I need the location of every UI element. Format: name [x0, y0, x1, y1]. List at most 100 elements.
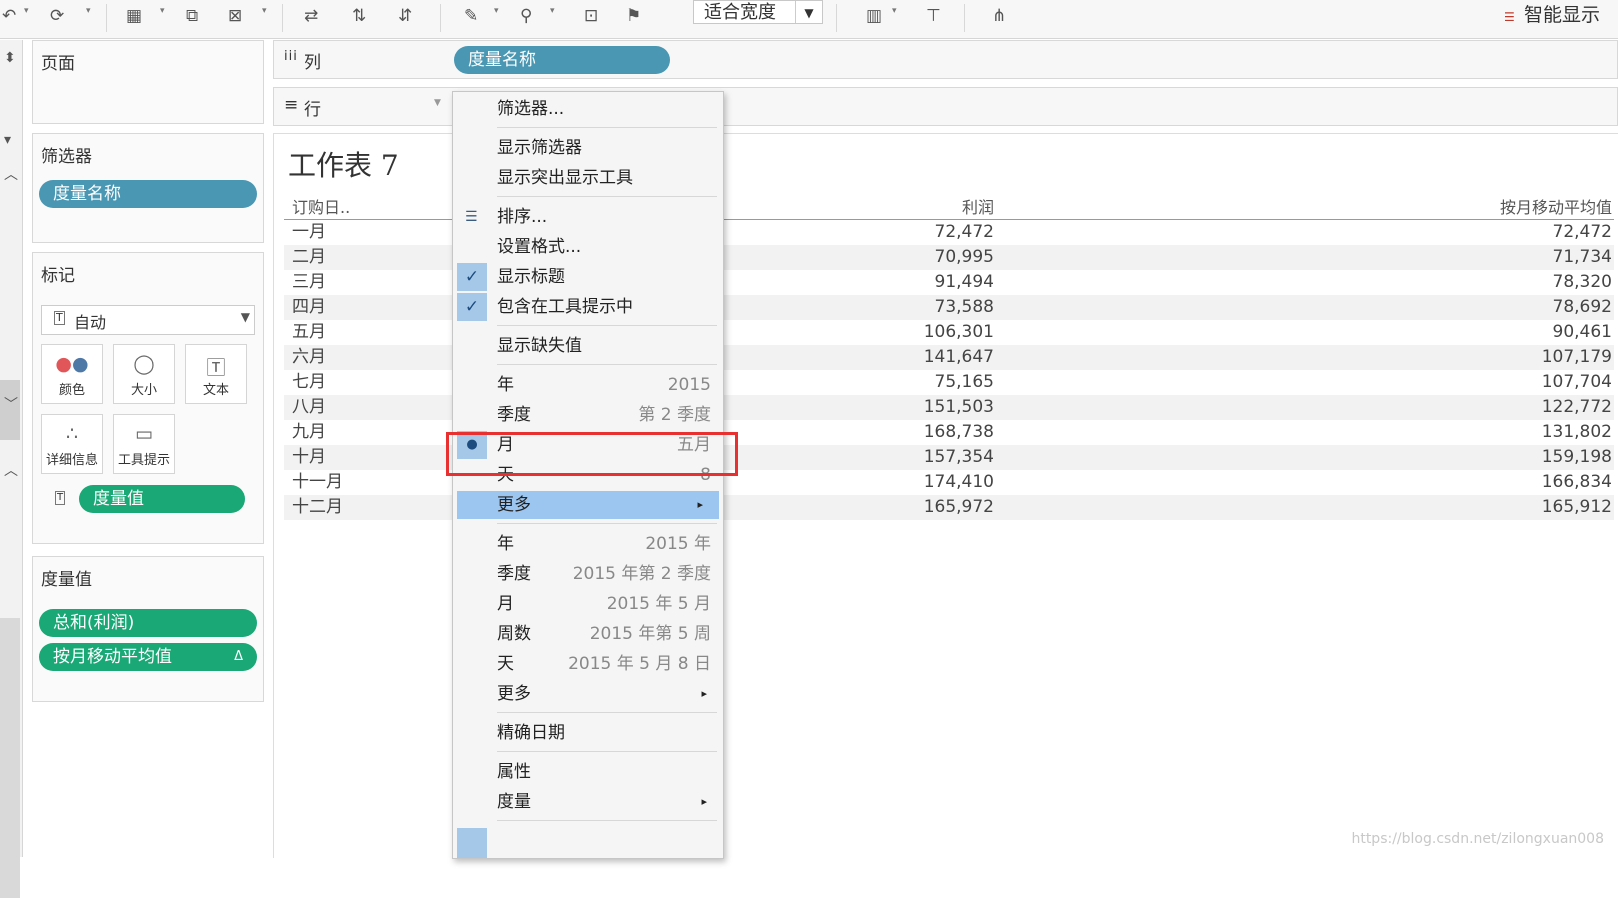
cell-month: 六月 — [292, 347, 326, 367]
size-button[interactable]: ◯ 大小 — [113, 344, 175, 404]
tooltip-icon: ▭ — [135, 423, 153, 445]
group-caret-icon[interactable]: ▾ — [550, 6, 555, 16]
detail-label: 详细信息 — [45, 453, 98, 468]
menu-item-more-date-parts[interactable]: 更多 ▸ — [457, 491, 719, 519]
marks-pill-measure-values[interactable]: 度量值 — [79, 485, 245, 513]
cell-profit: 72,472 — [934, 222, 994, 242]
menu-item-label: 筛选器... — [497, 99, 565, 119]
menu-item-attribute[interactable]: 属性 — [453, 758, 723, 786]
menu-item-date-part-year[interactable]: 年 2015 — [453, 371, 723, 399]
menu-item-more-date-values[interactable]: 更多 ▸ — [453, 680, 723, 708]
menu-item-show-filter[interactable]: 显示筛选器 — [453, 134, 723, 162]
menu-item-exact-date[interactable]: 精确日期 — [453, 719, 723, 747]
chevron-up-icon[interactable]: ︿ — [4, 460, 18, 480]
detail-icon: ∴ — [65, 423, 79, 445]
new-sheet-caret-icon[interactable]: ▾ — [160, 6, 165, 16]
chevron-down-icon[interactable]: ▼ — [434, 98, 441, 108]
columns-shelf[interactable]: iii 列 度量名称 — [273, 40, 1618, 79]
tooltip-button[interactable]: ▭ 工具提示 — [113, 414, 175, 474]
chevron-down-icon[interactable]: ▾ — [4, 132, 11, 148]
cell-profit: 151,503 — [923, 397, 994, 417]
menu-separator — [497, 196, 717, 197]
menu-item-date-value-week[interactable]: 周数 2015 年第 5 周 — [453, 620, 723, 648]
menu-item-value: 2015 年第 2 季度 — [572, 564, 711, 584]
label-icon[interactable]: ⊡ — [584, 6, 598, 26]
refresh-icon[interactable]: ⟳ — [50, 6, 64, 26]
menu-separator — [497, 127, 717, 128]
measure-pill-sum-profit[interactable]: 总和(利润) — [39, 609, 257, 637]
cell-moving-average: 166,834 — [1541, 472, 1612, 492]
highlight-caret-icon[interactable]: ▾ — [494, 6, 499, 16]
menu-item-label: 年 — [497, 375, 514, 395]
size-label: 大小 — [130, 383, 157, 398]
delta-icon: Δ — [234, 649, 243, 664]
menu-item-date-value-quarter[interactable]: 季度 2015 年第 2 季度 — [453, 560, 723, 588]
menu-item-include-tooltip[interactable]: ✓ 包含在工具提示中 — [453, 293, 723, 321]
menu-item-show-highlighter[interactable]: 显示突出显示工具 — [453, 164, 723, 192]
detail-button[interactable]: ∴ 详细信息 — [41, 414, 103, 474]
smart-show-button[interactable]: ☰ 智能显示 — [1504, 0, 1600, 27]
group-icon[interactable]: ⚲ — [520, 6, 532, 26]
measure-values-title: 度量值 — [41, 570, 92, 590]
menu-item-label: 包含在工具提示中 — [497, 297, 633, 317]
show-cards-caret-icon[interactable]: ▾ — [892, 6, 897, 16]
new-sheet-icon[interactable]: ▦ — [126, 6, 142, 26]
menu-item-show-header[interactable]: ✓ 显示标题 — [453, 263, 723, 291]
clear-sheet-icon[interactable]: ⊠ — [228, 6, 242, 26]
cell-month: 一月 — [292, 222, 326, 242]
undo-icon[interactable]: ↶ — [2, 6, 16, 26]
scrollbar-track[interactable] — [0, 618, 20, 898]
clear-sheet-caret-icon[interactable]: ▾ — [262, 6, 267, 16]
header-order-date[interactable]: 订购日.. — [292, 197, 350, 219]
swap-icon[interactable]: ⇄ — [304, 6, 318, 26]
menu-item-sort[interactable]: ☰ 排序... — [453, 203, 723, 231]
pages-card[interactable]: 页面 — [32, 40, 264, 124]
menu-item-format[interactable]: 设置格式... — [453, 233, 723, 261]
pin-icon[interactable]: ⚑ — [626, 6, 641, 26]
menu-item-measure[interactable]: 度量 ▸ — [453, 788, 723, 816]
columns-pill-measure-names[interactable]: 度量名称 — [454, 46, 670, 74]
menu-separator — [497, 523, 717, 524]
menu-separator — [497, 364, 717, 365]
menu-item-partial[interactable] — [457, 828, 487, 858]
check-icon: ✓ — [457, 263, 487, 291]
filter-pill-measure-names[interactable]: 度量名称 — [39, 180, 257, 208]
menu-item-filter[interactable]: 筛选器... — [453, 95, 723, 123]
share-icon[interactable]: ⋔ — [992, 6, 1006, 26]
sort-ascending-icon[interactable]: ⇅ — [352, 6, 366, 26]
expand-icon[interactable]: ⬍ — [4, 50, 16, 66]
menu-item-value: 2015 年 — [645, 534, 711, 554]
menu-separator — [497, 325, 717, 326]
sort-descending-icon[interactable]: ⇵ — [398, 6, 412, 26]
menu-item-date-value-month[interactable]: 月 2015 年 5 月 — [453, 590, 723, 618]
highlight-box — [446, 432, 738, 476]
text-button[interactable]: 🅃 文本 — [185, 344, 247, 404]
show-cards-icon[interactable]: ▥ — [866, 6, 882, 26]
mark-type-dropdown[interactable]: T 自动 ▼ — [41, 305, 255, 335]
menu-item-label: 周数 — [497, 624, 531, 644]
cell-month: 十月 — [292, 447, 326, 467]
cell-moving-average: 122,772 — [1541, 397, 1612, 417]
menu-item-show-missing[interactable]: 显示缺失值 — [453, 332, 723, 360]
columns-icon: iii — [284, 49, 298, 64]
chevron-up-icon[interactable]: ︿ — [4, 164, 18, 184]
measure-pill-moving-average[interactable]: 按月移动平均值 Δ — [39, 643, 257, 671]
menu-item-label: 排序... — [497, 207, 548, 227]
fit-width-dropdown[interactable]: 适合宽度 ▼ — [693, 0, 823, 24]
color-button[interactable]: ●● 颜色 — [41, 344, 103, 404]
filters-card[interactable]: 筛选器 度量名称 — [32, 133, 264, 243]
duplicate-sheet-icon[interactable]: ⧉ — [186, 6, 198, 26]
fit-width-label: 适合宽度 — [704, 2, 776, 23]
menu-item-date-part-quarter[interactable]: 季度 第 2 季度 — [453, 401, 723, 429]
menu-item-date-value-day[interactable]: 天 2015 年 5 月 8 日 — [453, 650, 723, 678]
header-moving-average[interactable]: 按月移动平均值 — [1500, 197, 1612, 219]
presentation-icon[interactable]: ⊤ — [926, 6, 941, 26]
undo-caret-icon[interactable]: ▾ — [24, 6, 29, 16]
menu-item-date-value-year[interactable]: 年 2015 年 — [453, 530, 723, 558]
header-profit[interactable]: 利润 — [962, 197, 994, 219]
cell-moving-average: 78,692 — [1552, 297, 1612, 317]
refresh-caret-icon[interactable]: ▾ — [86, 6, 91, 16]
menu-item-label: 季度 — [497, 405, 531, 425]
highlight-icon[interactable]: ✎ — [464, 6, 478, 26]
chevron-down-icon[interactable]: ﹀ — [4, 394, 18, 414]
